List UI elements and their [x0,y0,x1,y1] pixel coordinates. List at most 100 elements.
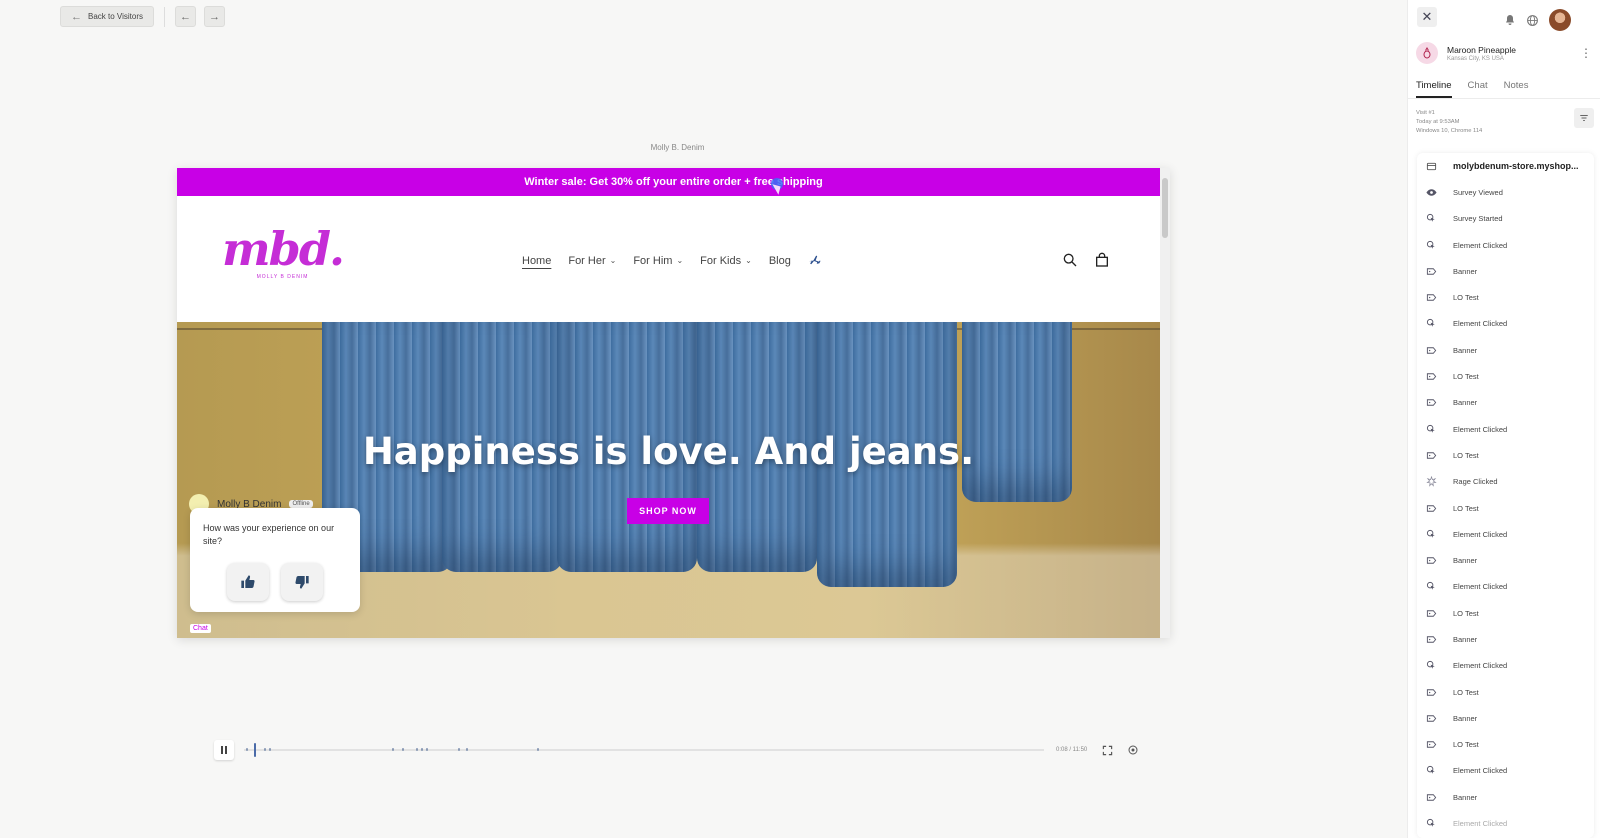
globe-icon[interactable] [1526,14,1539,27]
replay-scrollbar[interactable] [1160,168,1170,638]
timeline-event[interactable]: Element Clicked [1417,653,1594,679]
tab-notes[interactable]: Notes [1504,80,1529,98]
timeline-event-label: Element Clicked [1453,529,1508,539]
playback-time: 0:08 / 11:50 [1056,747,1088,753]
timeline-event[interactable]: LO Test [1417,284,1594,310]
search-icon[interactable] [1062,252,1078,268]
nav-item-promo[interactable] [808,254,821,267]
timeline-event[interactable]: Element Clicked [1417,574,1594,600]
tag-icon [1425,633,1437,645]
next-session-button[interactable]: → [203,6,225,27]
rage-icon [1425,476,1437,488]
shop-now-button[interactable]: SHOP NOW [627,498,709,524]
tag-icon [1425,555,1437,567]
timeline-event-label: LO Test [1453,293,1479,303]
site-nav: Home For Her ⌄ For Him ⌄ For Kids ⌄ Blog [522,254,821,267]
back-to-visitors-button[interactable]: ← Back to Visitors [60,6,154,27]
nav-label: For Kids [700,254,742,267]
timeline-event[interactable]: LO Test [1417,495,1594,521]
timeline-event[interactable]: Banner [1417,390,1594,416]
bell-icon[interactable] [1504,14,1516,26]
nav-item-for-kids[interactable]: For Kids ⌄ [700,255,752,267]
timeline-event[interactable]: Rage Clicked [1417,469,1594,495]
timeline-event[interactable]: Element Clicked [1417,311,1594,337]
timeline-event[interactable]: molybdenum-store.myshop... [1417,153,1594,179]
arrow-left-icon: ← [179,10,191,23]
tag-icon [1425,502,1437,514]
status-badge: Offline [289,500,313,508]
event-marker[interactable] [392,748,394,751]
event-marker[interactable] [426,748,428,751]
timeline-event[interactable]: Element Clicked [1417,521,1594,547]
event-marker[interactable] [269,748,271,751]
chevron-down-icon: ⌄ [745,256,752,265]
nav-item-blog[interactable]: Blog [769,255,791,267]
more-options-icon[interactable]: ⋮ [1580,46,1592,60]
airplane-icon [808,255,821,265]
filter-button[interactable] [1574,108,1594,128]
close-panel-button[interactable]: ✕ [1417,7,1437,27]
tab-chat[interactable]: Chat [1468,80,1488,98]
nav-item-home[interactable]: Home [522,255,551,267]
tab-timeline[interactable]: Timeline [1416,80,1452,98]
timeline-event[interactable]: Survey Viewed [1417,179,1594,205]
timeline-event[interactable]: LO Test [1417,363,1594,389]
thumbs-up-button[interactable] [227,563,269,601]
timeline-event[interactable]: LO Test [1417,732,1594,758]
pause-button[interactable] [214,740,234,760]
previous-session-button[interactable]: ← [174,6,196,27]
playhead-handle[interactable] [254,743,256,757]
nav-item-for-him[interactable]: For Him ⌄ [633,255,683,267]
timeline-event[interactable]: Banner [1417,705,1594,731]
timeline-event[interactable]: Banner [1417,626,1594,652]
timeline-event[interactable]: LO Test [1417,442,1594,468]
timeline-event[interactable]: Banner [1417,547,1594,573]
timeline-event[interactable]: Element Clicked [1417,416,1594,442]
event-marker[interactable] [402,748,404,751]
site-logo[interactable]: mbd. MOLLY B DENIM [222,222,345,280]
shopping-bag-icon[interactable] [1094,252,1110,268]
logo-mark: mbd. [222,222,345,276]
timeline-event[interactable]: Element Clicked [1417,758,1594,784]
event-marker[interactable] [466,748,468,751]
timeline-event-label: Banner [1453,556,1478,566]
chevron-down-icon: ⌄ [676,256,684,265]
close-icon: ✕ [1421,9,1433,24]
settings-button[interactable] [1127,744,1139,756]
event-marker[interactable] [416,748,418,751]
timeline-event[interactable]: Banner [1417,337,1594,363]
visitor-name: Maroon Pineapple [1447,44,1516,55]
survey-question: How was your experience on our site? [203,523,335,546]
tag-icon [1425,607,1437,619]
announcement-bar[interactable]: Winter sale: Get 30% off your entire ord… [177,168,1170,196]
event-marker[interactable] [458,748,460,751]
event-marker[interactable] [537,748,539,751]
timeline-event[interactable]: Element Clicked [1417,810,1594,836]
timeline-event[interactable]: Element Clicked [1417,232,1594,258]
eye-icon [1425,186,1437,198]
timeline-event[interactable]: LO Test [1417,679,1594,705]
tag-icon [1425,712,1437,724]
timeline-event[interactable]: Banner [1417,258,1594,284]
tag-icon [1425,449,1437,461]
user-avatar[interactable] [1549,9,1571,31]
nav-label: Blog [768,254,791,267]
event-marker[interactable] [264,748,266,751]
thumbs-down-button[interactable] [281,563,323,601]
thumbs-down-icon [295,576,309,589]
nav-label: Home [522,254,552,267]
timeline-event[interactable]: LO Test [1417,600,1594,626]
tabs-divider [1408,98,1600,99]
chat-tab[interactable]: Chat [190,624,211,633]
site-name: Molly B. Denim [650,143,705,152]
fullscreen-button[interactable] [1101,744,1113,756]
click-icon [1425,528,1437,540]
nav-item-for-her[interactable]: For Her ⌄ [568,255,616,267]
timeline-event[interactable]: Survey Started [1417,206,1594,232]
timeline-event-label: LO Test [1453,608,1479,618]
scrollbar-thumb[interactable] [1162,178,1168,238]
playback-timeline[interactable] [244,743,1044,757]
timeline-event[interactable]: Banner [1417,784,1594,810]
event-marker[interactable] [421,748,423,751]
event-marker[interactable] [246,748,248,751]
